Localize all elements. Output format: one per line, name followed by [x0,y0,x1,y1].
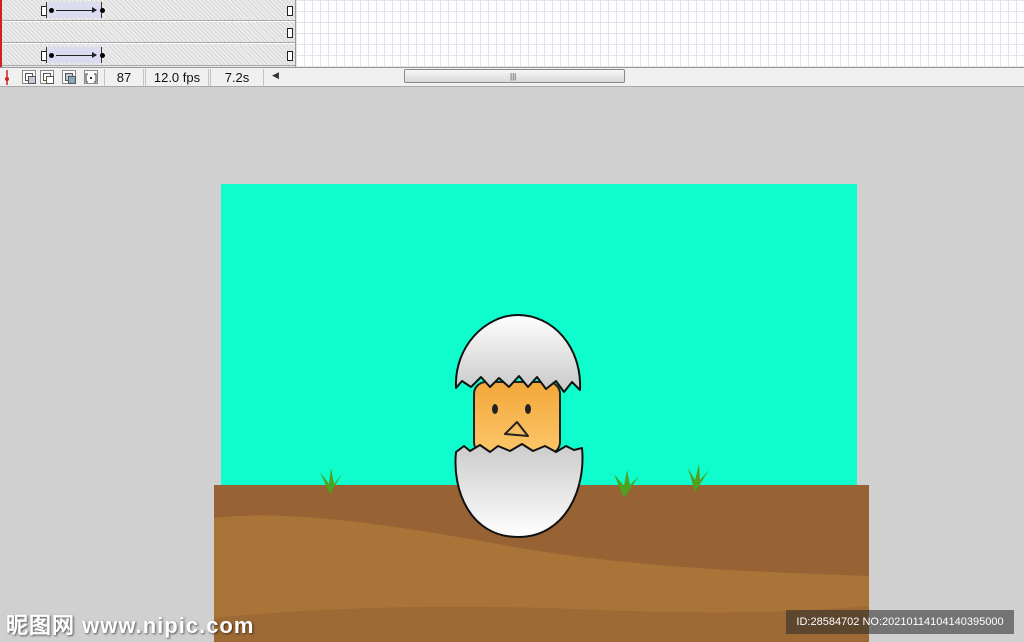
multi-frame-icon-back [68,76,76,84]
horizontal-scrollbar-thumb[interactable]: ||| [404,69,625,83]
grass-tuft [320,468,342,494]
grip-icon: ||| [510,72,517,81]
eggshell-top [454,314,582,393]
chick-body [473,381,561,455]
stage-canvas[interactable] [0,0,1024,642]
chick-eye-left [492,404,498,414]
scroll-left-arrow-icon[interactable]: ◀ [272,70,279,81]
grass-tuft [688,464,709,492]
chick-character [473,381,561,455]
timeline-layer-2[interactable] [0,22,295,43]
stage-sky [221,184,857,487]
keyframe-dot[interactable] [49,53,54,58]
chick-eye-right [525,404,531,414]
center-frame-icon[interactable] [3,70,11,85]
onion-outline-icon-back [46,76,54,84]
onion-skin-button[interactable] [22,70,36,84]
timeline-layer-3[interactable] [0,45,295,66]
onion-skin-icon-back [28,76,36,84]
grass-tuft [614,470,639,498]
timeline-divider [295,0,296,67]
ground-light-band [214,515,869,642]
eggshell-bottom [454,443,584,538]
ground-base [214,485,869,642]
onion-skin-outlines-button[interactable] [40,70,54,84]
edit-multiple-frames-button[interactable] [62,70,76,84]
current-frame-field: 87 [104,69,144,86]
modify-onion-markers-button[interactable] [84,70,98,84]
watermark-logo: 昵图网 www.nipic.com [6,613,255,638]
timeline-layer-1[interactable] [0,0,295,21]
elapsed-time-field: 7.2s [210,69,264,86]
keyframe-dot[interactable] [100,53,105,58]
keyframe-dot[interactable] [100,8,105,13]
chick-beak [504,421,529,437]
tween-arrow [56,52,97,58]
end-frame-marker[interactable] [287,6,293,16]
ground [214,485,869,642]
timeline-toolbar: 87 12.0 fps 7.2s ◀ ||| [0,67,1024,87]
end-frame-marker[interactable] [287,51,293,61]
watermark-id: ID:28584702 NO:20210114104140395000 [786,610,1014,634]
playhead[interactable] [0,0,2,67]
end-frame-marker[interactable] [287,28,293,38]
timeline-panel [0,0,1024,67]
ground-bottom-band [214,606,869,642]
frame-rate-field[interactable]: 12.0 fps [145,69,209,86]
bracket-icon [85,73,97,83]
tween-arrow [56,7,97,13]
keyframe-dot[interactable] [49,8,54,13]
